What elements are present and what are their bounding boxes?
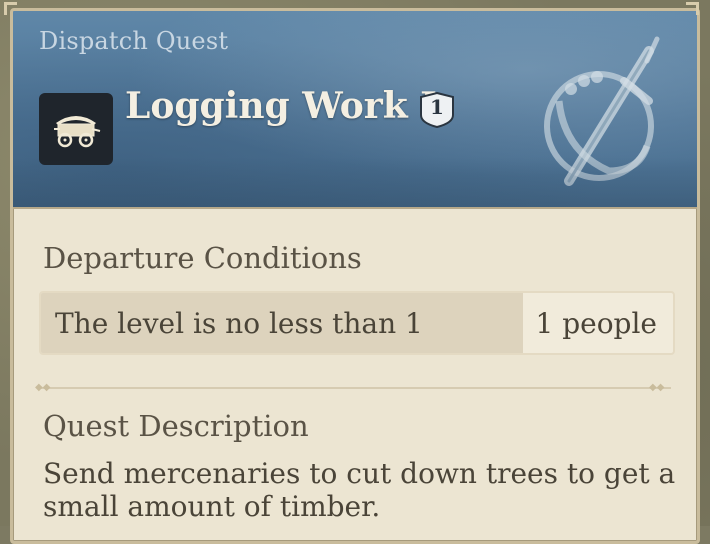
section-divider [39, 387, 671, 389]
quest-description-text: Send mercenaries to cut down trees to ge… [43, 457, 676, 523]
frame-corner-right [686, 2, 699, 15]
frame-corner-left [4, 2, 17, 15]
departure-conditions-heading: Departure Conditions [43, 241, 362, 275]
quest-icon [39, 93, 113, 165]
quest-card: Dispatch Quest Logging Work I 1 Departur… [10, 8, 700, 544]
quest-header: Dispatch Quest Logging Work I 1 [13, 11, 697, 209]
quest-level-badge: 1 [415, 91, 459, 129]
quest-description-heading: Quest Description [43, 409, 309, 443]
crossed-swords-emblem-icon [544, 36, 660, 186]
quest-type-label: Dispatch Quest [39, 27, 229, 55]
quest-title: Logging Work I [125, 85, 438, 127]
condition-text: The level is no less than 1 [41, 293, 523, 353]
divider-ornament-left: ◆◆ [35, 382, 51, 393]
departure-condition-row: The level is no less than 1 1 people [39, 291, 675, 355]
condition-count: 1 people [535, 306, 657, 340]
wagon-icon [54, 116, 101, 148]
divider-ornament-right: ◆◆ [649, 382, 665, 393]
